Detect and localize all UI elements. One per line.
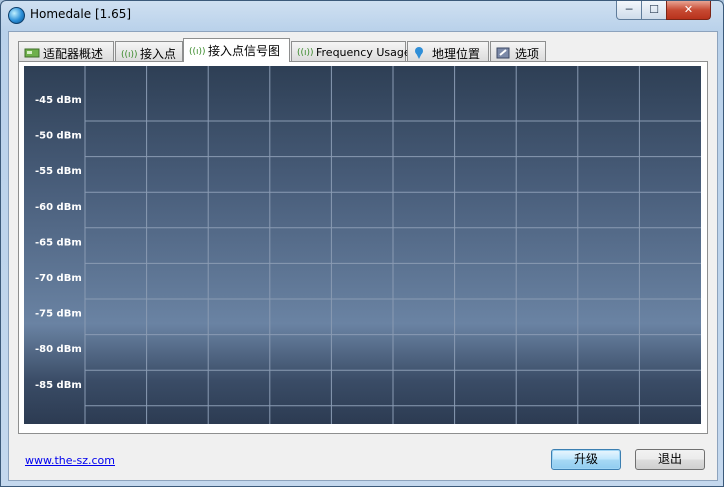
- update-button[interactable]: 升级: [551, 449, 621, 470]
- y-tick-label: -75 dBm: [35, 309, 82, 320]
- main-window: Homedale [1.65] ─ ☐ ✕ 适配器概述 ((ı)) 接入点 ((…: [0, 0, 724, 487]
- app-globe-icon: [8, 7, 25, 24]
- tab-frequency-usage[interactable]: ((ı)) Frequency Usage: [291, 41, 411, 61]
- tab-signal-graph[interactable]: ((ı)) 接入点信号图: [183, 38, 290, 62]
- website-link[interactable]: www.the-sz.com: [25, 454, 115, 467]
- wireless-icon: ((ı)): [297, 45, 314, 58]
- tab-label: 适配器概述: [43, 47, 104, 61]
- maximize-button[interactable]: ☐: [641, 1, 667, 20]
- y-tick-label: -85 dBm: [35, 380, 82, 391]
- wireless-icon: ((ı)): [189, 44, 206, 57]
- signal-chart-svg: -45 dBm -50 dBm -55 dBm -60 dBm -65 dBm -70 d…: [35, 66, 701, 424]
- svg-text:((ı)): ((ı)): [297, 48, 313, 57]
- exit-button[interactable]: 退出: [635, 449, 705, 470]
- svg-text:((ı)): ((ı)): [189, 47, 205, 56]
- wireless-icon: ((ı)): [121, 47, 138, 60]
- y-tick-label: -50 dBm: [35, 131, 82, 142]
- tab-label: 地理位置: [432, 47, 481, 61]
- svg-text:((ı)): ((ı)): [121, 50, 137, 59]
- tab-label: 选项: [515, 47, 540, 61]
- tab-adapter-overview[interactable]: 适配器概述: [18, 41, 114, 61]
- location-pin-icon: [413, 47, 429, 59]
- tab-label: 接入点信号图: [208, 44, 281, 58]
- window-title: Homedale [1.65]: [30, 7, 132, 21]
- y-tick-label: -80 dBm: [35, 344, 82, 355]
- signal-chart: -45 dBm -50 dBm -55 dBm -60 dBm -65 dBm -70 d…: [24, 66, 701, 424]
- tab-label: 接入点: [140, 47, 177, 61]
- title-bar[interactable]: Homedale [1.65] ─ ☐ ✕: [1, 1, 723, 27]
- close-button[interactable]: ✕: [666, 1, 711, 20]
- y-tick-label: -45 dBm: [35, 95, 82, 106]
- tab-panel: -45 dBm -50 dBm -55 dBm -60 dBm -65 dBm -70 d…: [18, 61, 708, 434]
- y-tick-label: -60 dBm: [35, 202, 82, 213]
- tab-access-points[interactable]: ((ı)) 接入点: [115, 41, 183, 61]
- y-tick-label: -65 dBm: [35, 237, 82, 248]
- minimize-button[interactable]: ─: [616, 1, 642, 20]
- y-tick-label: -55 dBm: [35, 166, 82, 177]
- tab-options[interactable]: 选项: [490, 41, 546, 61]
- settings-icon: [496, 47, 512, 59]
- tab-label: Frequency Usage: [316, 46, 411, 59]
- y-tick-label: -70 dBm: [35, 273, 82, 284]
- client-area: 适配器概述 ((ı)) 接入点 ((ı)) 接入点信号图 ((ı)) Frequ…: [8, 31, 718, 481]
- adapter-icon: [24, 47, 40, 59]
- tab-geo-location[interactable]: 地理位置: [407, 41, 489, 61]
